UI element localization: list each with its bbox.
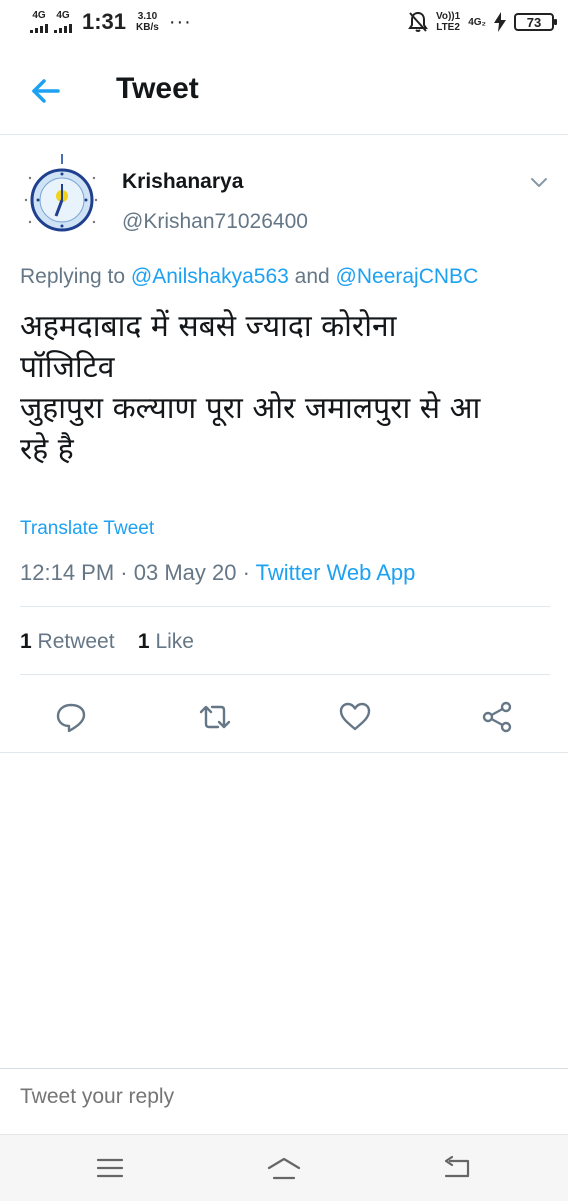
mute-bell-icon (408, 11, 428, 32)
tweet-actions (0, 692, 568, 742)
volte-bottom: LTE2 (436, 22, 460, 33)
tweet-text-line: जुहापुरा कल्याण पूरा ओर जमालपुरा से आ (20, 391, 481, 426)
battery-level: 73 (526, 14, 542, 30)
meta-separator: · (236, 560, 256, 585)
signal-bars-icon (54, 23, 72, 33)
reply-input[interactable] (20, 1085, 520, 1109)
like-count-link[interactable]: 1 Like (138, 630, 194, 653)
return-icon[interactable] (438, 1155, 474, 1181)
retweet-count: 1 (20, 630, 32, 653)
share-icon[interactable] (480, 700, 514, 734)
meta-separator: · (114, 560, 134, 585)
menu-icon[interactable] (92, 1155, 128, 1181)
avatar[interactable] (16, 154, 100, 238)
like-heart-icon[interactable] (338, 700, 372, 734)
status-left: 4G 4G 1:31 3.10 KB/s ··· (30, 8, 192, 36)
signal-label: 4G (32, 10, 46, 21)
status-time: 1:31 (82, 9, 127, 34)
replying-and: and (288, 265, 336, 288)
volte-indicator: Vo))1 LTE2 (436, 11, 460, 33)
network-type: 4G₂ (468, 16, 486, 28)
speed-value: 3.10 (137, 11, 158, 22)
speed-unit: KB/s (136, 22, 159, 33)
tweet-date: 03 May 20 (133, 560, 237, 585)
tweet-text-line: पॉजिटिव (20, 350, 115, 385)
divider (20, 606, 550, 607)
more-notifications-icon: ··· (168, 10, 192, 33)
engagement-counts: 1 Retweet 1 Like (20, 630, 194, 654)
status-bar: 4G 4G 1:31 3.10 KB/s ··· Vo))1 LTE2 4G₂ … (0, 0, 568, 44)
signal-bars-icon (30, 23, 48, 33)
tweet-time: 12:14 PM (20, 560, 115, 585)
retweet-count-link[interactable]: 1 Retweet (20, 630, 115, 653)
replying-to: Replying to @Anilshakya563 and @NeerajCN… (20, 265, 478, 289)
volte-top: Vo))1 (435, 11, 461, 22)
tweet-author-name[interactable]: Krishanarya (122, 170, 243, 194)
app-header: Tweet (0, 44, 568, 135)
signal-label: 4G (56, 10, 70, 21)
page-title: Tweet (116, 72, 199, 105)
status-right: Vo))1 LTE2 4G₂ 73 (408, 8, 557, 36)
tweet-text-line: अहमदाबाद में सबसे ज्यादा कोरोना (20, 309, 397, 344)
divider (0, 752, 568, 753)
tweet-meta: 12:14 PM · 03 May 20 · Twitter Web App (20, 560, 415, 586)
replying-prefix: Replying to (20, 265, 131, 288)
tweet-author-handle[interactable]: @Krishan71026400 (122, 210, 308, 234)
network-speed: 3.10 KB/s (136, 11, 159, 33)
system-nav-bar (0, 1134, 568, 1201)
like-count: 1 (137, 630, 150, 653)
reply-bar (0, 1068, 568, 1135)
battery-icon: 73 (514, 13, 557, 31)
retweet-icon[interactable] (198, 700, 232, 734)
divider (20, 674, 550, 675)
retweet-label: Retweet (37, 630, 115, 653)
home-icon[interactable] (266, 1155, 302, 1181)
tweet-text: अहमदाबाद में सबसे ज्यादा कोरोना पॉजिटिव … (20, 306, 550, 470)
translate-tweet-link[interactable]: Translate Tweet (20, 518, 154, 540)
reply-user-link[interactable]: @NeerajCNBC (336, 265, 479, 288)
reply-user-link[interactable]: @Anilshakya563 (131, 265, 289, 288)
reply-icon[interactable] (54, 700, 88, 734)
signal-sim2: 4G (54, 11, 72, 33)
charging-bolt-icon (494, 12, 506, 32)
chevron-down-icon[interactable] (528, 174, 550, 190)
tweet-text-line: रहे है (20, 432, 74, 467)
tweet-source-link[interactable]: Twitter Web App (256, 560, 416, 585)
back-arrow-icon[interactable] (26, 71, 66, 111)
like-label: Like (155, 630, 194, 653)
signal-sim1: 4G (30, 11, 48, 33)
